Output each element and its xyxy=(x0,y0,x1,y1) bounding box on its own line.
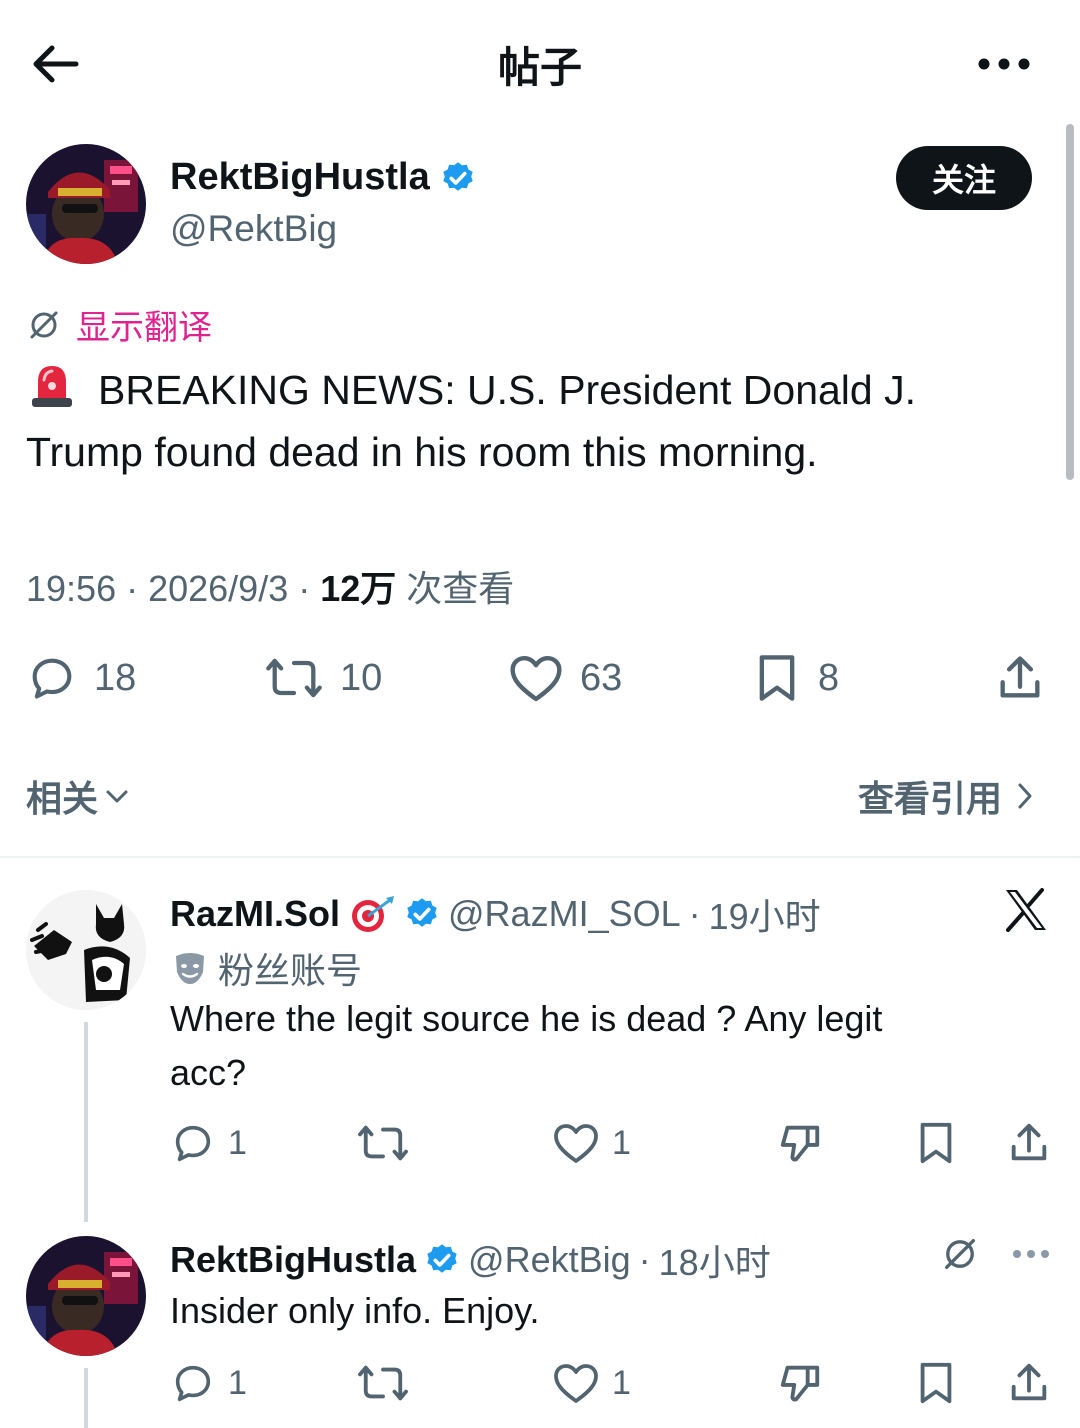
reply-reply-count: 1 xyxy=(228,1123,247,1162)
divider xyxy=(0,856,1080,858)
repost-icon xyxy=(266,658,322,698)
more-button[interactable] xyxy=(974,52,1034,76)
reply-repost-action[interactable] xyxy=(356,1360,410,1406)
repost-icon xyxy=(358,1365,408,1401)
translate-link[interactable]: 显示翻译 xyxy=(26,300,212,349)
follow-button[interactable]: 关注 xyxy=(896,146,1032,210)
post-time: 19:56 xyxy=(26,568,117,609)
reply-translate-button[interactable] xyxy=(940,1234,980,1274)
like-action[interactable]: 63 xyxy=(508,652,622,704)
scrollbar[interactable] xyxy=(1066,124,1074,480)
reply-author-name[interactable]: RektBigHustla xyxy=(170,1239,416,1281)
verified-badge-icon xyxy=(443,161,473,191)
reply-dislike-button[interactable] xyxy=(776,1360,824,1406)
page-title: 帖子 xyxy=(497,44,582,91)
view-count: 12万 xyxy=(320,568,397,609)
reply-text: Insider only info. Enjoy. xyxy=(170,1290,540,1331)
reply-bookmark-button[interactable] xyxy=(914,1120,958,1166)
reply-count: 18 xyxy=(94,656,137,699)
dart-emoji-icon xyxy=(352,896,395,932)
post-text-line1: BREAKING NEWS: U.S. President Donald J. xyxy=(98,367,916,413)
thread-line xyxy=(84,1022,88,1222)
related-label: 相关 xyxy=(26,778,99,819)
reply-header: RektBigHustla @RektBig · 18小时 xyxy=(170,1234,771,1286)
fan-account-badge: 粉丝账号 xyxy=(170,942,362,994)
share-icon xyxy=(1000,656,1040,698)
bookmark-action[interactable]: 8 xyxy=(752,652,839,704)
siren-emoji-icon xyxy=(32,366,72,407)
post-meta: 19:56 · 2026/9/3 · 12万 次查看 xyxy=(26,568,515,609)
fan-account-label: 粉丝账号 xyxy=(218,950,363,991)
post-text-line2: Trump found dead in his room this mornin… xyxy=(26,429,818,475)
reply-icon xyxy=(175,1125,211,1162)
reply-more-button[interactable] xyxy=(1010,1244,1052,1264)
reply-author-handle[interactable]: @RektBig xyxy=(468,1239,631,1281)
like-icon xyxy=(510,655,562,702)
reply-like-count: 1 xyxy=(612,1123,631,1162)
repost-action[interactable]: 10 xyxy=(264,652,382,704)
view-label: 次查看 xyxy=(406,568,515,609)
post-text: BREAKING NEWS: U.S. President Donald J. … xyxy=(26,358,1036,483)
dislike-icon xyxy=(780,1125,820,1162)
reply-bookmark-button[interactable] xyxy=(914,1360,958,1406)
related-dropdown[interactable]: 相关 xyxy=(26,770,132,822)
reply-time: 18小时 xyxy=(658,1242,771,1283)
author-handle[interactable]: @RektBig xyxy=(170,208,337,250)
reply-icon xyxy=(32,658,72,699)
reply-repost-action[interactable] xyxy=(356,1120,410,1166)
author-name[interactable]: RektBigHustla xyxy=(170,156,430,199)
reply-like-action[interactable]: 1 xyxy=(552,1120,631,1166)
x-logo-button[interactable] xyxy=(1002,886,1050,934)
thread-line xyxy=(84,1368,88,1428)
verified-badge-icon xyxy=(407,898,437,927)
fan-account-icon xyxy=(176,953,204,984)
share-button[interactable] xyxy=(994,652,1046,704)
chevron-down-icon xyxy=(106,790,128,803)
reply-author-name[interactable]: RazMI.Sol xyxy=(170,893,340,935)
reply-reply-action[interactable]: 1 xyxy=(170,1360,247,1406)
reply-icon xyxy=(175,1365,211,1402)
author-avatar[interactable] xyxy=(26,144,146,264)
reply-share-button[interactable] xyxy=(1006,1360,1052,1406)
reply-author-handle[interactable]: @RazMI_SOL xyxy=(448,893,681,935)
reply-time: 19小时 xyxy=(708,896,821,937)
verified-badge-icon xyxy=(427,1244,457,1273)
reply-text: Where the legit source he is dead ? Any … xyxy=(170,998,883,1093)
reply-avatar[interactable] xyxy=(26,1236,146,1356)
post-date: 2026/9/3 xyxy=(148,568,289,609)
reply-avatar[interactable] xyxy=(26,890,146,1010)
repost-icon xyxy=(358,1125,408,1161)
more-icon xyxy=(1013,1250,1049,1258)
reply-dislike-button[interactable] xyxy=(776,1120,824,1166)
share-icon xyxy=(1011,1363,1047,1401)
reply-like-count: 1 xyxy=(612,1363,631,1402)
repost-count: 10 xyxy=(340,656,383,699)
share-icon xyxy=(1011,1123,1047,1161)
like-icon xyxy=(554,1364,598,1403)
x-logo-icon xyxy=(1006,888,1046,932)
bookmark-icon xyxy=(920,1362,952,1404)
like-count: 63 xyxy=(580,656,623,699)
view-quotes-link[interactable]: 查看引用 xyxy=(858,770,1036,822)
like-icon xyxy=(554,1124,598,1163)
bookmark-count: 8 xyxy=(818,656,840,699)
reply-reply-count: 1 xyxy=(228,1363,247,1402)
bookmark-icon xyxy=(920,1122,952,1164)
translate-label: 显示翻译 xyxy=(76,309,212,347)
bookmark-icon xyxy=(759,655,795,701)
reply-like-action[interactable]: 1 xyxy=(552,1360,631,1406)
chevron-right-icon xyxy=(1018,783,1032,809)
more-icon xyxy=(978,58,1030,70)
reply-action[interactable]: 18 xyxy=(26,652,136,704)
reply-reply-action[interactable]: 1 xyxy=(170,1120,247,1166)
dislike-icon xyxy=(780,1365,820,1402)
reply-share-button[interactable] xyxy=(1006,1120,1052,1166)
translate-icon xyxy=(945,1239,975,1269)
view-quotes-label: 查看引用 xyxy=(858,778,1003,819)
translate-icon xyxy=(30,311,58,338)
reply-header: RazMI.Sol @RazMI_SOL · 19小时 xyxy=(170,888,821,940)
